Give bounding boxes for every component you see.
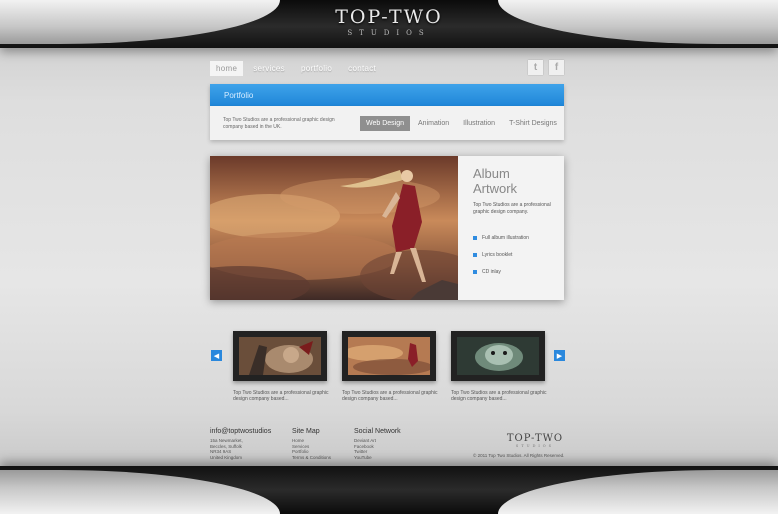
footer-sitemap: Site Map Home Services Portfolio Terms &…: [292, 428, 331, 460]
footer-logo-name: TOP-TWO: [506, 433, 564, 444]
portfolio-thumb-2[interactable]: [342, 331, 436, 381]
logo-name: TOP-TWO: [335, 6, 443, 28]
featured-project: Album Artwork Top Two Studios are a prof…: [210, 156, 564, 300]
tab-tshirt-designs[interactable]: T-Shirt Designs: [503, 116, 563, 131]
tab-web-design[interactable]: Web Design: [360, 116, 411, 131]
thumb-caption: Top Two Studios are a professional graph…: [451, 390, 547, 402]
bullet-square-icon: [473, 252, 477, 257]
carousel-prev-button[interactable]: ◀: [211, 350, 222, 361]
bullet-square-icon: [473, 235, 477, 240]
thumb-caption: Top Two Studios are a professional graph…: [233, 390, 329, 402]
portfolio-thumb-3[interactable]: [451, 331, 545, 381]
portfolio-header: Portfolio: [210, 84, 564, 106]
footer-social-title: Social Network: [354, 428, 401, 435]
portfolio-filter-panel: Top Two Studios are a professional graph…: [210, 106, 564, 140]
footer-social: Social Network Deviant Art Facebook Twit…: [354, 428, 401, 460]
address-line: United Kingdom: [210, 454, 243, 460]
logo-sub: STUDIOS: [347, 29, 431, 37]
copyright-text: © 2011 Top Two Studios. All Rights Reser…: [473, 453, 565, 458]
site-logo[interactable]: TOP-TWO STUDIOS: [0, 6, 778, 37]
footer-contact: info@toptwostudios 15a Newmarket, Beccle…: [210, 428, 271, 460]
album-artwork-image: [210, 156, 458, 300]
list-item: Full album illustration: [473, 229, 563, 246]
list-item-label: Full album illustration: [482, 234, 529, 241]
facebook-icon[interactable]: f: [549, 60, 564, 75]
featured-description: Top Two Studios are a professional graph…: [473, 202, 551, 215]
list-item-label: CD inlay: [482, 268, 501, 275]
footer-logo: TOP-TWO STUDIOS: [505, 433, 565, 448]
list-item: CD inlay: [473, 263, 563, 280]
featured-image[interactable]: [210, 156, 458, 300]
nav-contact[interactable]: contact: [342, 61, 382, 76]
main-nav: home services portfolio contact: [210, 61, 382, 76]
portfolio-thumb-1[interactable]: [233, 331, 327, 381]
thumb-image-warrior: [239, 337, 321, 375]
portfolio-title: Portfolio: [224, 91, 254, 100]
tab-illustration[interactable]: Illustration: [457, 116, 501, 131]
nav-portfolio[interactable]: portfolio: [295, 61, 338, 76]
featured-info: Album Artwork Top Two Studios are a prof…: [458, 156, 564, 300]
footer-logo-sub: STUDIOS: [515, 444, 555, 448]
nav-home[interactable]: home: [210, 61, 244, 76]
list-item: Lyrics booklet: [473, 246, 563, 263]
featured-list: Full album illustration Lyrics booklet C…: [473, 229, 563, 280]
portfolio-intro: Top Two Studios are a professional graph…: [223, 117, 335, 130]
social-icons: t f: [528, 60, 564, 75]
tab-animation[interactable]: Animation: [412, 116, 455, 131]
portfolio-tabs: Web Design Animation Illustration T-Shir…: [360, 116, 563, 131]
thumb-caption: Top Two Studios are a professional graph…: [342, 390, 438, 402]
list-item-label: Lyrics booklet: [482, 251, 513, 258]
footer-sitemap-title: Site Map: [292, 428, 320, 435]
thumb-image-clouds: [348, 337, 430, 375]
bullet-square-icon: [473, 269, 477, 274]
thumb-image-tiger: [457, 337, 539, 375]
carousel-next-button[interactable]: ▶: [554, 350, 565, 361]
nav-services[interactable]: services: [247, 61, 291, 76]
featured-title: Album Artwork: [473, 166, 518, 196]
footer-link[interactable]: Terms & Conditions: [292, 455, 331, 461]
footer-link[interactable]: YouTube: [354, 455, 401, 461]
twitter-icon[interactable]: t: [528, 60, 543, 75]
footer-contact-email[interactable]: info@toptwostudios: [210, 428, 271, 435]
bottom-footer-bar: [0, 466, 778, 514]
